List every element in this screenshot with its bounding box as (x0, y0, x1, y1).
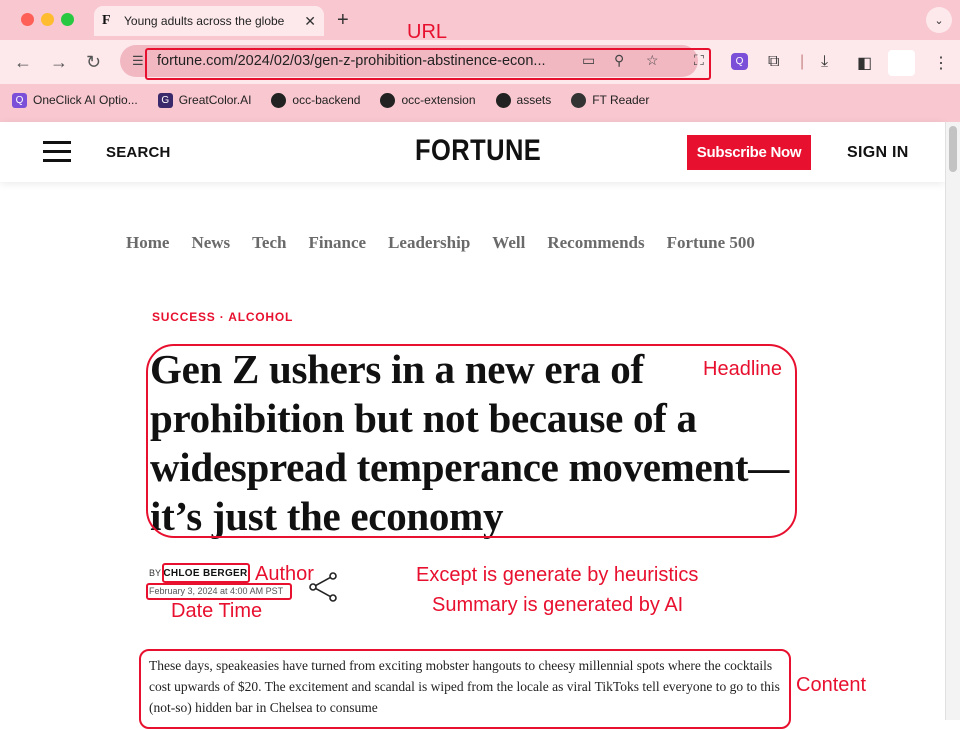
ft-reader-icon (571, 92, 587, 108)
headline-annotation-box (146, 344, 797, 538)
excerpt-note: Except is generate by heuristics (416, 564, 699, 586)
forward-button[interactable]: → (50, 52, 68, 73)
nav-well[interactable]: Well (492, 233, 525, 253)
scrollbar-thumb[interactable] (949, 126, 957, 172)
tab-title: Young adults across the globe (124, 14, 285, 28)
bookmark-item[interactable]: G GreatColor.AI (157, 92, 252, 108)
author-annotation-box (162, 563, 250, 583)
bookmark-item[interactable]: occ-extension (380, 92, 476, 108)
site-header: SEARCH FORTUNE Subscribe Now SIGN IN (0, 122, 945, 182)
extension-q-icon[interactable]: Q (731, 53, 748, 70)
url-annotation-label: URL (407, 21, 448, 43)
nav-fortune-500[interactable]: Fortune 500 (667, 233, 755, 253)
minimize-window-button[interactable] (41, 13, 54, 26)
site-nav: Home News Tech Finance Leadership Well R… (126, 233, 755, 253)
back-button[interactable]: ← (14, 52, 32, 73)
bookmark-item[interactable]: assets (495, 92, 552, 108)
bookmark-label: GreatColor.AI (178, 93, 252, 107)
sign-in-link[interactable]: SIGN IN (847, 144, 909, 162)
nav-news[interactable]: News (191, 233, 230, 253)
headline-annotation-label: Headline (703, 358, 782, 380)
toolbar-divider: | (800, 53, 805, 70)
new-tab-button[interactable]: + (337, 9, 349, 32)
content-annotation-label: Content (796, 674, 867, 696)
nav-leadership[interactable]: Leadership (388, 233, 470, 253)
bookmarks-bar: Q OneClick AI Optio... G GreatColor.AI o… (0, 86, 960, 114)
search-button[interactable]: SEARCH (106, 144, 171, 161)
date-annotation-box (146, 583, 292, 600)
side-panel-icon[interactable]: ◧ (857, 53, 872, 73)
nav-home[interactable]: Home (126, 233, 169, 253)
bookmark-item[interactable]: occ-backend (271, 92, 361, 108)
nav-finance[interactable]: Finance (308, 233, 366, 253)
content-annotation-box (139, 649, 791, 729)
maximize-window-button[interactable] (61, 13, 74, 26)
bookmark-label: assets (516, 93, 552, 107)
browser-tab[interactable]: F Young adults across the globe ✕ (94, 6, 324, 36)
bookmark-item[interactable]: FT Reader (571, 92, 650, 108)
by-prefix: BY (149, 568, 161, 578)
close-tab-icon[interactable]: ✕ (304, 13, 316, 30)
bookmark-label: occ-backend (292, 93, 361, 107)
site-settings-icon[interactable]: ☰ (132, 53, 144, 69)
bookmark-label: FT Reader (592, 93, 650, 107)
fortune-logo[interactable]: FORTUNE (415, 134, 541, 168)
close-window-button[interactable] (21, 13, 34, 26)
nav-recommends[interactable]: Recommends (547, 233, 644, 253)
oneclick-icon: Q (12, 92, 27, 108)
subscribe-button[interactable]: Subscribe Now (687, 135, 811, 170)
profile-avatar[interactable] (888, 50, 915, 76)
summary-note: Summary is generated by AI (432, 594, 684, 616)
fortune-favicon-icon: F (102, 13, 111, 28)
tab-search-button[interactable]: ⌄ (926, 7, 952, 33)
page-scrollbar[interactable] (945, 122, 960, 720)
reload-button[interactable]: ↻ (86, 52, 101, 73)
github-icon (271, 92, 287, 108)
kebab-menu-icon[interactable]: ⋮ (933, 53, 949, 73)
github-icon (495, 92, 511, 108)
hamburger-menu-icon[interactable] (43, 141, 71, 162)
download-icon[interactable]: ⤓ (821, 53, 828, 71)
bookmark-item[interactable]: Q OneClick AI Optio... (12, 92, 138, 108)
nav-tech[interactable]: Tech (252, 233, 286, 253)
article-kicker[interactable]: SUCCESS · ALCOHOL (152, 310, 293, 324)
greatcolor-icon: G (157, 92, 173, 108)
extensions-puzzle-icon[interactable]: ⧉ (768, 53, 779, 71)
bookmark-label: OneClick AI Optio... (33, 93, 138, 107)
url-annotation-box (145, 48, 711, 80)
date-annotation-label: Date Time (171, 600, 263, 622)
bookmark-label: occ-extension (401, 93, 476, 107)
github-icon (380, 92, 396, 108)
